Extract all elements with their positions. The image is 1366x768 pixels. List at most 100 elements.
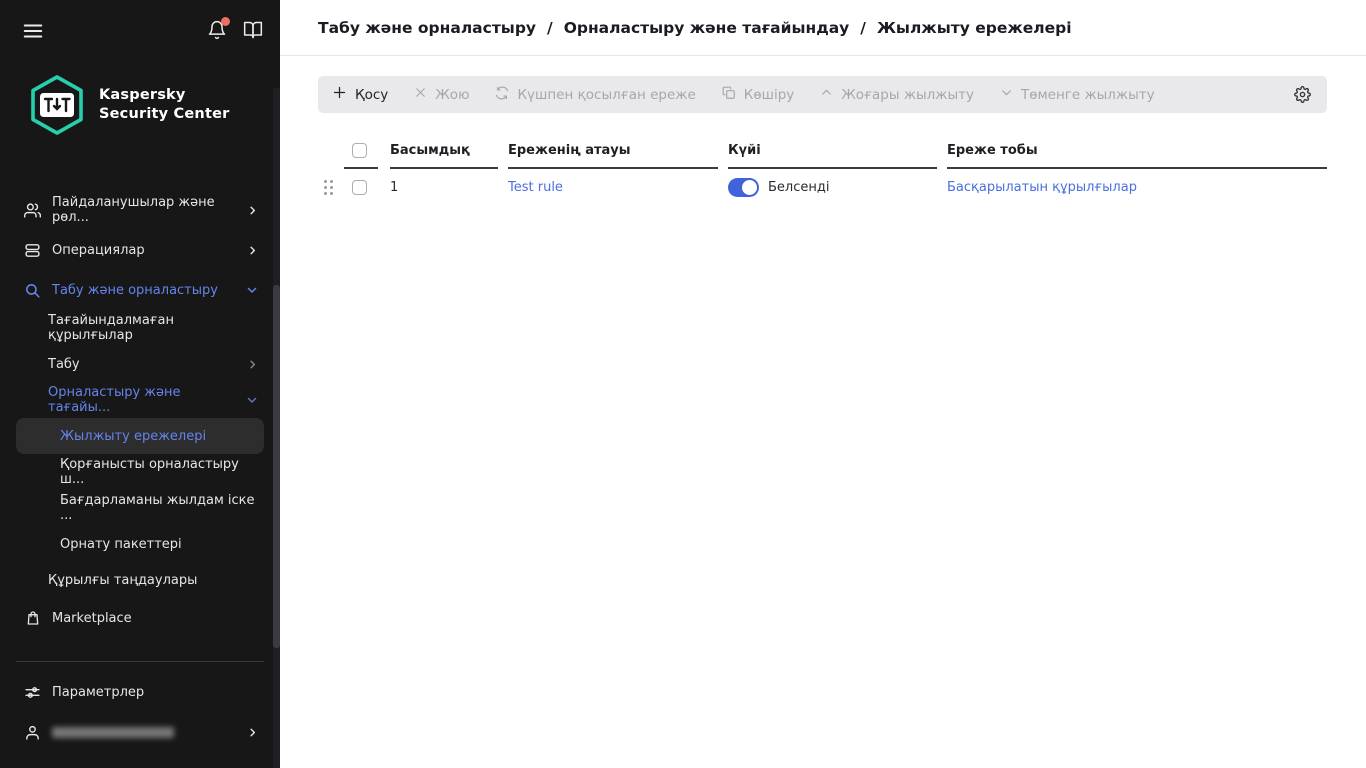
breadcrumb: Табу және орналастыру / Орналастыру және… (318, 19, 1072, 37)
toolbar: Қосу Жою Күшпен қосылған ереже Көшіру Жо… (318, 76, 1327, 113)
chevron-right-icon (247, 727, 258, 738)
sidebar-item-label: Қорғанысты орналастыру ш... (60, 457, 258, 487)
chevron-right-icon (247, 205, 258, 216)
sidebar-footer: Параметрлер (0, 661, 280, 752)
sidebar-divider (16, 661, 264, 662)
chevron-down-icon (246, 284, 258, 296)
sidebar-item-operations[interactable]: Операциялар (0, 230, 280, 270)
sidebar-item-label: Тағайындалмаған құрылғылар (48, 313, 258, 343)
rule-name-link[interactable]: Test rule (508, 180, 563, 195)
column-header-rule-name[interactable]: Ереженің атауы (508, 139, 718, 169)
force-rule-button[interactable]: Күшпен қосылған ереже (495, 86, 695, 104)
users-icon (24, 202, 41, 219)
sidebar-header (0, 0, 280, 64)
sidebar-header-icons (206, 20, 264, 42)
notification-bell-icon[interactable] (206, 20, 228, 42)
sidebar-item-quick-start[interactable]: Бағдарламаны жылдам іске ... (0, 490, 280, 526)
status-cell: Белсенді (728, 169, 937, 206)
sidebar-item-label: Табу (48, 357, 80, 372)
drag-handle-icon[interactable] (318, 180, 333, 195)
rule-group-link[interactable]: Басқарылатын құрылғылар (947, 180, 1137, 195)
sidebar-item-discovery-deployment[interactable]: Табу және орналастыру (0, 270, 280, 310)
column-header-priority[interactable]: Басымдық (390, 139, 498, 169)
app-root: Kaspersky Security Center Пайдаланушылар… (0, 0, 1366, 768)
sidebar-item-label: Пайдаланушылар және рөл... (52, 195, 247, 225)
rules-table: Басымдық Ереженің атауы Күйі Ереже тобы … (318, 139, 1327, 206)
page-header: Табу және орналастыру / Орналастыру және… (280, 0, 1366, 56)
kaspersky-logo: Kaspersky Security Center (28, 74, 229, 136)
drag-column-header (318, 139, 334, 169)
sidebar-item-unassigned-devices[interactable]: Тағайындалмаған құрылғылар (0, 310, 280, 346)
layers-icon (24, 242, 41, 259)
sidebar-item-settings[interactable]: Параметрлер (0, 672, 280, 712)
sidebar-item-protection-deployment[interactable]: Қорғанысты орналастыру ш... (0, 454, 280, 490)
chevron-down-icon (246, 394, 258, 406)
account-name-redacted (52, 727, 174, 738)
sidebar-item-installation-packages[interactable]: Орнату пакеттері (0, 526, 280, 562)
logo-text: Kaspersky Security Center (99, 86, 229, 124)
status-label: Белсенді (768, 180, 829, 195)
logo-line1: Kaspersky (99, 86, 229, 105)
row-checkbox-cell (344, 169, 380, 206)
rule-name-cell: Test rule (508, 169, 718, 206)
sidebar-item-label: Орнату пакеттері (60, 537, 182, 552)
toggle-knob (742, 180, 757, 195)
sliders-icon (24, 684, 41, 701)
table-settings-gear-icon[interactable] (1294, 86, 1311, 103)
sidebar-item-account[interactable] (0, 712, 280, 752)
move-up-button[interactable]: Жоғары жылжыту (820, 86, 974, 103)
notification-red-dot (221, 17, 230, 26)
breadcrumb-item-deployment-assignment[interactable]: Орналастыру және тағайындау (564, 19, 850, 37)
select-all-checkbox[interactable] (352, 143, 367, 158)
row-drag-cell (318, 169, 334, 206)
breadcrumb-item-moving-rules: Жылжыту ережелері (877, 19, 1072, 37)
sidebar-item-marketplace[interactable]: Marketplace (0, 598, 280, 638)
sidebar-item-label: Орналастыру және тағайы... (48, 385, 246, 415)
add-rule-button[interactable]: Қосу (332, 85, 388, 104)
sidebar-item-label: Параметрлер (52, 685, 144, 700)
rule-group-cell: Басқарылатын құрылғылар (947, 169, 1327, 206)
copy-icon (722, 86, 736, 104)
sidebar-item-label: Операциялар (52, 243, 145, 258)
sidebar-item-discovery[interactable]: Табу (0, 346, 280, 382)
move-down-button[interactable]: Төменге жылжыту (1000, 86, 1155, 103)
sidebar-item-device-selections[interactable]: Құрылғы таңдаулары (0, 562, 280, 598)
breadcrumb-separator: / (860, 19, 866, 37)
column-header-rule-group[interactable]: Ереже тобы (947, 139, 1327, 169)
shopping-bag-icon (24, 610, 41, 627)
user-icon (24, 724, 41, 741)
sidebar-item-label: Бағдарламаны жылдам іске ... (60, 493, 258, 523)
column-header-status[interactable]: Күйі (728, 139, 937, 169)
documentation-book-icon[interactable] (242, 20, 264, 42)
breadcrumb-item-discovery-deployment[interactable]: Табу және орналастыру (318, 19, 536, 37)
sidebar-nav: Пайдаланушылар және рөл... Операциялар Т… (0, 190, 280, 638)
sidebar-item-users-roles[interactable]: Пайдаланушылар және рөл... (0, 190, 280, 230)
breadcrumb-separator: / (547, 19, 553, 37)
sidebar: Kaspersky Security Center Пайдаланушылар… (0, 0, 280, 768)
sidebar-item-label: Marketplace (52, 611, 132, 626)
row-checkbox[interactable] (352, 180, 367, 195)
sidebar-scrollbar-thumb[interactable] (273, 285, 280, 648)
sidebar-item-moving-rules[interactable]: Жылжыту ережелері (16, 418, 264, 454)
select-all-header-cell (344, 139, 378, 169)
main-content: Табу және орналастыру / Орналастыру және… (280, 0, 1366, 768)
sidebar-item-deployment-assignment[interactable]: Орналастыру және тағайы... (0, 382, 280, 418)
close-x-icon (414, 86, 427, 103)
copy-rule-button[interactable]: Көшіру (722, 86, 795, 104)
chevron-down-icon (1000, 86, 1013, 103)
chevron-up-icon (820, 86, 833, 103)
chevron-right-icon (247, 245, 258, 256)
chevron-right-icon (247, 359, 258, 370)
sidebar-item-label: Жылжыту ережелері (60, 429, 206, 444)
status-toggle[interactable] (728, 178, 759, 197)
hamburger-menu-icon[interactable] (20, 20, 46, 44)
sidebar-item-label: Құрылғы таңдаулары (48, 573, 197, 588)
plus-icon (332, 85, 347, 104)
search-icon (24, 282, 41, 299)
logo-line2: Security Center (99, 105, 229, 124)
sidebar-item-label: Табу және орналастыру (52, 283, 218, 298)
delete-rule-button[interactable]: Жою (414, 86, 469, 103)
priority-cell: 1 (390, 169, 498, 206)
refresh-icon (495, 86, 509, 104)
kaspersky-hexagon-icon (28, 74, 86, 136)
